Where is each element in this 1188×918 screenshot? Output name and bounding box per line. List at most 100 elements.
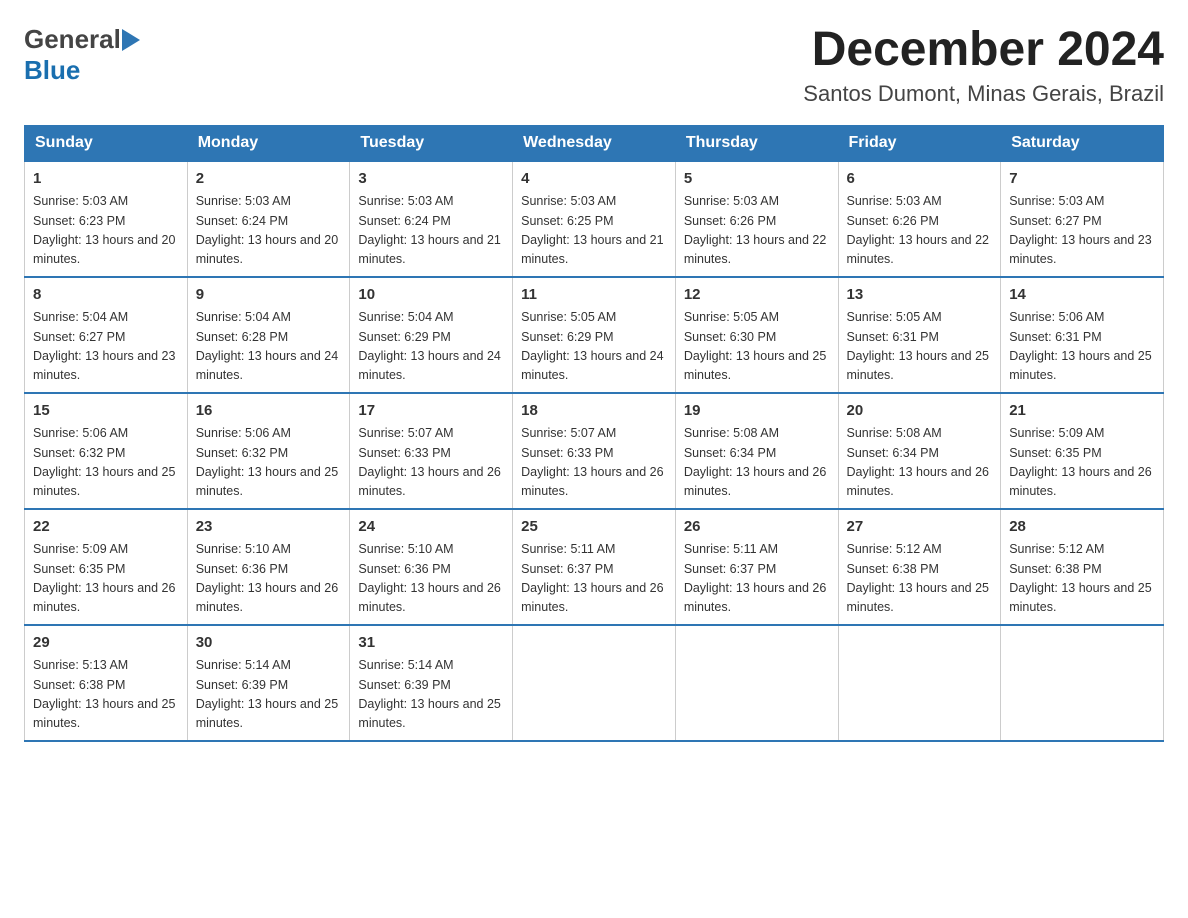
header: General Blue December 2024 Santos Dumont…: [24, 24, 1164, 107]
logo-general: General: [24, 24, 121, 55]
day-number: 20: [847, 400, 993, 423]
week-row-3: 15 Sunrise: 5:06 AMSunset: 6:32 PMDayligh…: [25, 393, 1164, 509]
day-number: 31: [358, 632, 504, 655]
day-number: 23: [196, 516, 342, 539]
day-info: Sunrise: 5:08 AMSunset: 6:34 PMDaylight:…: [684, 426, 826, 498]
calendar-cell: 7Sunrise: 5:03 AMSunset: 6:27 PMDaylight…: [1001, 161, 1164, 277]
week-row-5: 29Sunrise: 5:13 AMSunset: 6:38 PMDayligh…: [25, 625, 1164, 741]
calendar-cell: 12 Sunrise: 5:05 AMSunset: 6:30 PMDayligh…: [675, 277, 838, 393]
weekday-header-tuesday: Tuesday: [350, 125, 513, 161]
calendar-cell: [513, 625, 676, 741]
day-info: Sunrise: 5:04 AMSunset: 6:29 PMDaylight:…: [358, 310, 500, 382]
weekday-header-saturday: Saturday: [1001, 125, 1164, 161]
day-number: 25: [521, 516, 667, 539]
day-number: 19: [684, 400, 830, 423]
calendar-cell: 8 Sunrise: 5:04 AMSunset: 6:27 PMDaylight…: [25, 277, 188, 393]
calendar-cell: 18 Sunrise: 5:07 AMSunset: 6:33 PMDayligh…: [513, 393, 676, 509]
day-number: 1: [33, 168, 179, 191]
day-info: Sunrise: 5:13 AMSunset: 6:38 PMDaylight:…: [33, 658, 175, 730]
day-info: Sunrise: 5:04 AMSunset: 6:27 PMDaylight:…: [33, 310, 175, 382]
calendar-cell: 9 Sunrise: 5:04 AMSunset: 6:28 PMDaylight…: [187, 277, 350, 393]
calendar-cell: 2 Sunrise: 5:03 AMSunset: 6:24 PMDaylight…: [187, 161, 350, 277]
day-info: Sunrise: 5:03 AMSunset: 6:25 PMDaylight:…: [521, 194, 663, 266]
day-info: Sunrise: 5:03 AMSunset: 6:24 PMDaylight:…: [358, 194, 500, 266]
day-number: 17: [358, 400, 504, 423]
day-number: 26: [684, 516, 830, 539]
day-info: Sunrise: 5:08 AMSunset: 6:34 PMDaylight:…: [847, 426, 989, 498]
day-info: Sunrise: 5:11 AMSunset: 6:37 PMDaylight:…: [521, 542, 663, 614]
day-info: Sunrise: 5:03 AMSunset: 6:27 PMDaylight:…: [1009, 194, 1151, 266]
day-info: Sunrise: 5:03 AMSunset: 6:24 PMDaylight:…: [196, 194, 338, 266]
day-number: 2: [196, 168, 342, 191]
day-info: Sunrise: 5:06 AMSunset: 6:32 PMDaylight:…: [33, 426, 175, 498]
calendar-cell: 6Sunrise: 5:03 AMSunset: 6:26 PMDaylight…: [838, 161, 1001, 277]
calendar-cell: 29Sunrise: 5:13 AMSunset: 6:38 PMDayligh…: [25, 625, 188, 741]
calendar-cell: 10 Sunrise: 5:04 AMSunset: 6:29 PMDayligh…: [350, 277, 513, 393]
week-row-1: 1 Sunrise: 5:03 AMSunset: 6:23 PMDaylight…: [25, 161, 1164, 277]
calendar-cell: 23 Sunrise: 5:10 AMSunset: 6:36 PMDayligh…: [187, 509, 350, 625]
day-info: Sunrise: 5:05 AMSunset: 6:31 PMDaylight:…: [847, 310, 989, 382]
logo-blue: Blue: [24, 55, 80, 85]
day-number: 15: [33, 400, 179, 423]
calendar-cell: 31Sunrise: 5:14 AMSunset: 6:39 PMDayligh…: [350, 625, 513, 741]
calendar-cell: 27Sunrise: 5:12 AMSunset: 6:38 PMDayligh…: [838, 509, 1001, 625]
calendar-cell: 22 Sunrise: 5:09 AMSunset: 6:35 PMDayligh…: [25, 509, 188, 625]
calendar-cell: 14 Sunrise: 5:06 AMSunset: 6:31 PMDayligh…: [1001, 277, 1164, 393]
day-info: Sunrise: 5:11 AMSunset: 6:37 PMDaylight:…: [684, 542, 826, 614]
day-number: 11: [521, 284, 667, 307]
day-number: 28: [1009, 516, 1155, 539]
day-number: 18: [521, 400, 667, 423]
day-info: Sunrise: 5:05 AMSunset: 6:29 PMDaylight:…: [521, 310, 663, 382]
day-number: 9: [196, 284, 342, 307]
weekday-header-sunday: Sunday: [25, 125, 188, 161]
day-number: 22: [33, 516, 179, 539]
weekday-header-wednesday: Wednesday: [513, 125, 676, 161]
day-number: 16: [196, 400, 342, 423]
day-number: 13: [847, 284, 993, 307]
day-info: Sunrise: 5:03 AMSunset: 6:23 PMDaylight:…: [33, 194, 175, 266]
week-row-4: 22 Sunrise: 5:09 AMSunset: 6:35 PMDayligh…: [25, 509, 1164, 625]
calendar-cell: 19 Sunrise: 5:08 AMSunset: 6:34 PMDayligh…: [675, 393, 838, 509]
day-number: 4: [521, 168, 667, 191]
day-info: Sunrise: 5:04 AMSunset: 6:28 PMDaylight:…: [196, 310, 338, 382]
calendar-table: SundayMondayTuesdayWednesdayThursdayFrid…: [24, 125, 1164, 742]
calendar-cell: 25 Sunrise: 5:11 AMSunset: 6:37 PMDayligh…: [513, 509, 676, 625]
day-info: Sunrise: 5:10 AMSunset: 6:36 PMDaylight:…: [196, 542, 338, 614]
logo: General Blue: [24, 24, 141, 86]
day-info: Sunrise: 5:10 AMSunset: 6:36 PMDaylight:…: [358, 542, 500, 614]
day-number: 5: [684, 168, 830, 191]
day-info: Sunrise: 5:07 AMSunset: 6:33 PMDaylight:…: [521, 426, 663, 498]
calendar-cell: 5 Sunrise: 5:03 AMSunset: 6:26 PMDaylight…: [675, 161, 838, 277]
calendar-cell: 30Sunrise: 5:14 AMSunset: 6:39 PMDayligh…: [187, 625, 350, 741]
day-number: 12: [684, 284, 830, 307]
calendar-cell: [1001, 625, 1164, 741]
day-info: Sunrise: 5:06 AMSunset: 6:31 PMDaylight:…: [1009, 310, 1151, 382]
weekday-header-monday: Monday: [187, 125, 350, 161]
day-info: Sunrise: 5:12 AMSunset: 6:38 PMDaylight:…: [847, 542, 989, 614]
calendar-title: December 2024: [803, 24, 1164, 77]
day-number: 8: [33, 284, 179, 307]
weekday-header-row: SundayMondayTuesdayWednesdayThursdayFrid…: [25, 125, 1164, 161]
day-info: Sunrise: 5:05 AMSunset: 6:30 PMDaylight:…: [684, 310, 826, 382]
day-info: Sunrise: 5:09 AMSunset: 6:35 PMDaylight:…: [1009, 426, 1151, 498]
day-number: 10: [358, 284, 504, 307]
weekday-header-friday: Friday: [838, 125, 1001, 161]
title-area: December 2024 Santos Dumont, Minas Gerai…: [803, 24, 1164, 107]
calendar-cell: 15 Sunrise: 5:06 AMSunset: 6:32 PMDayligh…: [25, 393, 188, 509]
calendar-cell: 1 Sunrise: 5:03 AMSunset: 6:23 PMDaylight…: [25, 161, 188, 277]
calendar-cell: 4 Sunrise: 5:03 AMSunset: 6:25 PMDaylight…: [513, 161, 676, 277]
day-info: Sunrise: 5:09 AMSunset: 6:35 PMDaylight:…: [33, 542, 175, 614]
calendar-cell: 20 Sunrise: 5:08 AMSunset: 6:34 PMDayligh…: [838, 393, 1001, 509]
calendar-cell: 3 Sunrise: 5:03 AMSunset: 6:24 PMDaylight…: [350, 161, 513, 277]
calendar-cell: [675, 625, 838, 741]
day-number: 14: [1009, 284, 1155, 307]
week-row-2: 8 Sunrise: 5:04 AMSunset: 6:27 PMDaylight…: [25, 277, 1164, 393]
day-number: 3: [358, 168, 504, 191]
calendar-cell: 24 Sunrise: 5:10 AMSunset: 6:36 PMDayligh…: [350, 509, 513, 625]
day-info: Sunrise: 5:03 AMSunset: 6:26 PMDaylight:…: [684, 194, 826, 266]
day-info: Sunrise: 5:07 AMSunset: 6:33 PMDaylight:…: [358, 426, 500, 498]
day-number: 24: [358, 516, 504, 539]
logo-triangle-icon: [122, 29, 140, 51]
weekday-header-thursday: Thursday: [675, 125, 838, 161]
calendar-cell: 28Sunrise: 5:12 AMSunset: 6:38 PMDayligh…: [1001, 509, 1164, 625]
